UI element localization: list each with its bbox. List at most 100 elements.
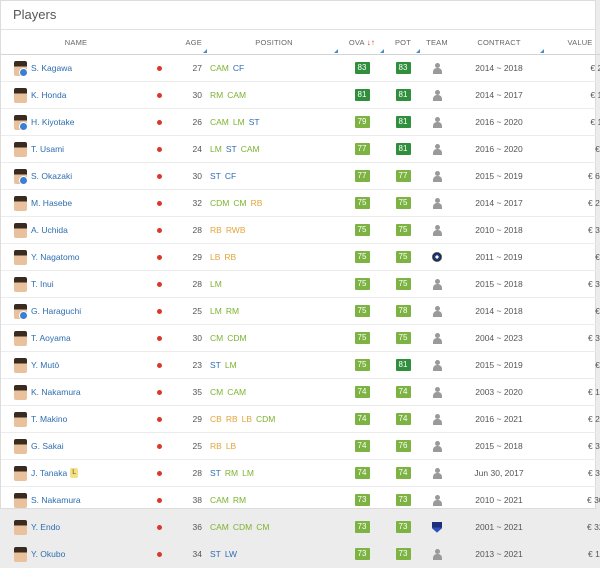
person-icon[interactable] [432, 197, 442, 209]
cell-contract: 2001 ~ 2021 [453, 513, 545, 541]
player-name-link[interactable]: J. Tanaka [31, 468, 67, 478]
cell-ova: 75 [339, 216, 385, 244]
player-name-link[interactable]: M. Hasebe [31, 198, 72, 208]
table-row[interactable]: S. Kagawa 27 CAMCF 83 83 2014 ~ 2018 € 2… [1, 54, 600, 82]
person-icon[interactable] [432, 332, 442, 344]
person-icon[interactable] [432, 440, 442, 452]
position-tag: CB [210, 414, 222, 424]
ova-rating-badge: 74 [354, 467, 370, 479]
person-icon[interactable] [432, 413, 442, 425]
player-name-link[interactable]: G. Sakai [31, 441, 64, 451]
table-row[interactable]: K. Nakamura 35 CM CAM 74 74 2003 ~ 2020 €… [1, 378, 600, 406]
player-name-link[interactable]: S. Kagawa [31, 63, 72, 73]
cell-pot: 73 [385, 540, 421, 568]
column-header-age[interactable]: Age [167, 30, 208, 55]
player-name-link[interactable]: Y. Endo [31, 522, 60, 532]
status-dot-icon [156, 363, 162, 368]
table-row[interactable]: T. Aoyama 30 CM CDM 75 75 2004 ~ 2023 € 3… [1, 324, 600, 352]
person-icon[interactable] [432, 116, 442, 128]
table-row[interactable]: T. Usami 24 LM ST CAM 77 81 2016 ~ 2020 € … [1, 135, 600, 163]
table-row[interactable]: Y. Okubo 34 STLW 73 73 2013 ~ 2021 € 1.5… [1, 540, 600, 568]
cell-pot: 78 [385, 297, 421, 325]
cell-position: LB RB [208, 243, 339, 271]
avatar [14, 492, 27, 508]
table-row[interactable]: G. Sakai 25 RBLB 74 76 2015 ~ 2018 € 3.3… [1, 432, 600, 460]
person-icon[interactable] [432, 548, 442, 560]
player-name-link[interactable]: T. Makino [31, 414, 67, 424]
person-icon[interactable] [432, 89, 442, 101]
pot-rating-badge: 81 [395, 143, 411, 155]
player-name-link[interactable]: K. Nakamura [31, 387, 81, 397]
cell-position: LM ST CAM [208, 135, 339, 163]
cell-name: J. Tanaka L [1, 459, 151, 487]
club-crest-icon[interactable] [432, 252, 442, 263]
ova-rating-badge: 75 [354, 224, 370, 236]
position-tag: RM [224, 468, 239, 478]
status-dot-icon [156, 282, 162, 287]
player-name-link[interactable]: T. Usami [31, 144, 64, 154]
player-name-link[interactable]: A. Uchida [31, 225, 68, 235]
cell-position: CDM CM RB [208, 189, 339, 217]
player-name-link[interactable]: H. Kiyotake [31, 117, 74, 127]
ova-rating-badge: 75 [354, 278, 370, 290]
player-name-link[interactable]: G. Haraguchi [31, 306, 81, 316]
player-name-wrap: A. Uchida [2, 222, 150, 238]
person-icon[interactable] [432, 278, 442, 290]
cell-pot: 76 [385, 432, 421, 460]
table-row[interactable]: T. Inui 28 LM 75 75 2015 ~ 2018 € 3.9M [1, 270, 600, 298]
table-row[interactable]: A. Uchida 28 RB RWB 75 75 2010 ~ 2018 € 3… [1, 216, 600, 244]
cell-age: 26 [167, 108, 208, 136]
table-row[interactable]: G. Haraguchi 25 LM RM 75 78 2014 ~ 2018 €… [1, 297, 600, 325]
table-row[interactable]: Y. Nagatomo 29 LB RB 75 75 2011 ~ 2019 € … [1, 243, 600, 271]
table-row[interactable]: M. Hasebe 32 CDM CM RB 75 75 2014 ~ 2017 €… [1, 189, 600, 217]
cell-team [421, 54, 453, 82]
avatar [14, 87, 27, 103]
cell-ova: 74 [339, 378, 385, 406]
table-row[interactable]: K. Honda 30 RMCAM 81 81 2014 ~ 2017 € 15… [1, 81, 600, 109]
table-row[interactable]: Y. Endo 36 CAM CDM CM 73 73 2001 ~ 2021 € … [1, 513, 600, 541]
player-name-link[interactable]: Y. Mutō [31, 360, 59, 370]
player-name-link[interactable]: T. Aoyama [31, 333, 71, 343]
player-name-link[interactable]: K. Honda [31, 90, 66, 100]
column-header-team[interactable]: Team [421, 30, 453, 55]
person-icon[interactable] [432, 170, 442, 182]
person-icon[interactable] [432, 305, 442, 317]
cell-value: € 24M [545, 54, 600, 82]
position-tag: RM [210, 90, 224, 100]
table-row[interactable]: S. Okazaki 30 ST CF 77 77 2015 ~ 2019 € 6… [1, 162, 600, 190]
person-icon[interactable] [432, 224, 442, 236]
column-header-contract[interactable]: Contract [453, 30, 545, 55]
column-header-position[interactable]: Position [208, 30, 339, 55]
player-name-link[interactable]: Y. Nagatomo [31, 252, 80, 262]
player-name-link[interactable]: S. Okazaki [31, 171, 72, 181]
column-header-pot[interactable]: POT [385, 30, 421, 55]
person-icon[interactable] [432, 386, 442, 398]
table-row[interactable]: J. Tanaka L 28 ST RM LM 74 74 Jun 30, 2017… [1, 459, 600, 487]
person-icon[interactable] [432, 494, 442, 506]
cell-value: € 9M [545, 135, 600, 163]
person-icon[interactable] [432, 62, 442, 74]
table-row[interactable]: S. Nakamura 38 CAM RM 73 73 2010 ~ 2021 €… [1, 486, 600, 514]
table-row[interactable]: Y. Mutō 23 STLM 75 81 2015 ~ 2019 € 6M [1, 351, 600, 379]
column-header-value[interactable]: Value [545, 30, 600, 55]
person-icon[interactable] [432, 359, 442, 371]
person-icon[interactable] [432, 143, 442, 155]
person-icon[interactable] [432, 467, 442, 479]
column-header-name[interactable]: Name [1, 30, 151, 55]
column-header-ova[interactable]: OVA ↓↑ [339, 30, 385, 55]
avatar [14, 114, 27, 130]
table-row[interactable]: T. Makino 29 CB RB LB CDM 74 74 2016 ~ 2021… [1, 405, 600, 433]
player-name-link[interactable]: Y. Okubo [31, 549, 65, 559]
cell-status [151, 405, 167, 433]
cell-age: 38 [167, 486, 208, 514]
player-name-link[interactable]: T. Inui [31, 279, 54, 289]
player-name-link[interactable]: S. Nakamura [31, 495, 81, 505]
cell-pot: 74 [385, 378, 421, 406]
player-name-wrap: G. Haraguchi [2, 303, 150, 319]
pot-rating-badge: 75 [395, 197, 411, 209]
cell-team [421, 108, 453, 136]
avatar [14, 60, 27, 76]
table-row[interactable]: H. Kiyotake 26 CAM LM ST 79 81 2016 ~ 2020… [1, 108, 600, 136]
cell-pot: 81 [385, 351, 421, 379]
club-shield-icon[interactable] [432, 521, 442, 533]
